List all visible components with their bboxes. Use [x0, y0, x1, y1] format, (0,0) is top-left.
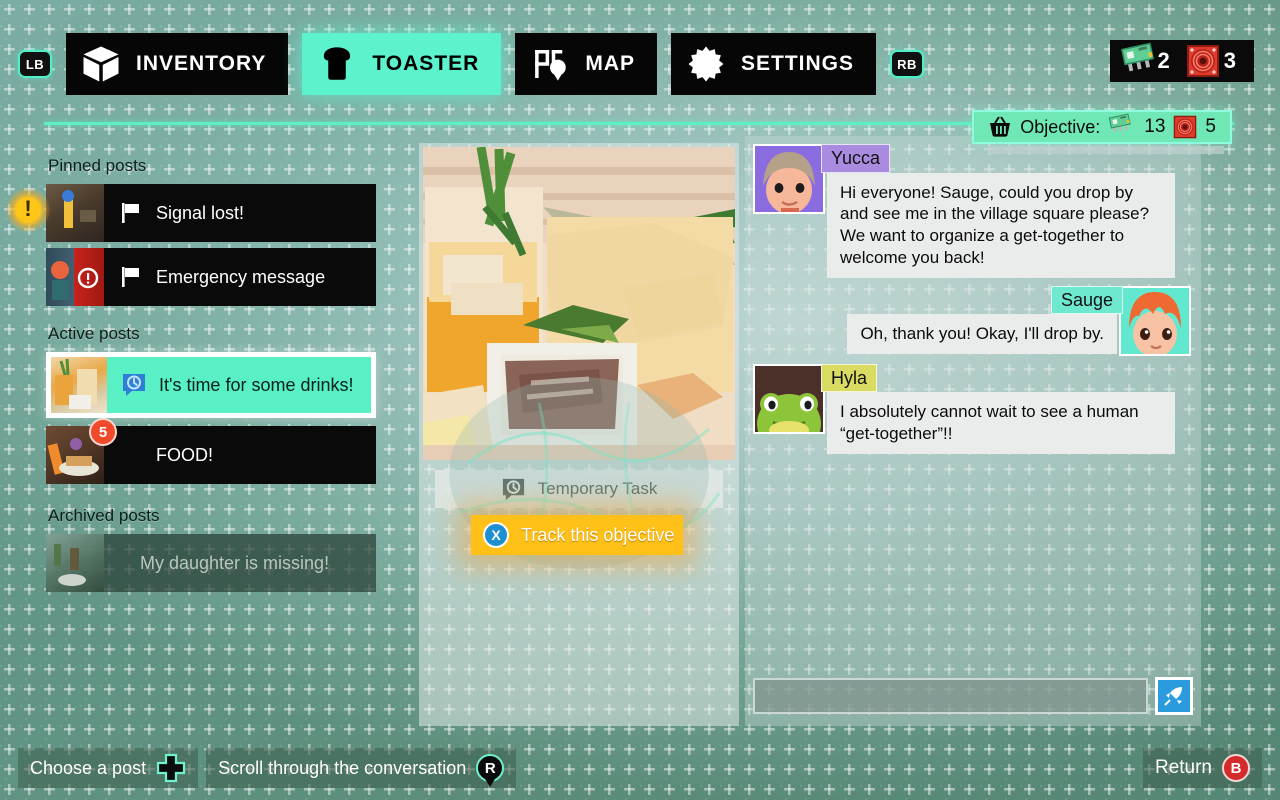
- hint-choose-post[interactable]: Choose a post: [18, 748, 199, 788]
- post-thumbnail: [51, 357, 107, 413]
- toast-icon: [324, 47, 351, 80]
- gear-icon: [688, 46, 724, 82]
- objective-fan-count: 5: [1205, 116, 1216, 137]
- conversation-panel: Yucca Hi everyone! Sauge, could you drop…: [745, 136, 1201, 726]
- posts-sidebar: Pinned posts Signal lost! Emergency mess…: [46, 156, 376, 598]
- right-stick-key: R: [476, 754, 505, 782]
- message-yucca: Yucca Hi everyone! Sauge, could you drop…: [753, 144, 1191, 278]
- list-item-daughter-missing[interactable]: My daughter is missing!: [46, 534, 376, 592]
- avatar: [753, 144, 825, 214]
- list-item-signal-lost[interactable]: Signal lost!: [46, 184, 376, 242]
- message-hyla: Hyla I absolutely cannot wait to see a h…: [753, 363, 1191, 454]
- avatar: [753, 363, 825, 454]
- clock-bubble-icon: [123, 374, 145, 396]
- post-title: Emergency message: [156, 266, 326, 287]
- tab-toaster-label: TOASTER: [372, 52, 480, 75]
- flag-icon: [122, 203, 139, 223]
- notification-badge: 5: [89, 418, 117, 446]
- x-button-key: X: [483, 522, 509, 548]
- list-item-food[interactable]: 5 FOOD!: [46, 418, 376, 484]
- objective-shadow: [988, 146, 1225, 154]
- speaker-name: Hyla: [821, 363, 878, 392]
- objective-label: Objective:: [1020, 116, 1101, 137]
- red-fan-icon: [1186, 45, 1219, 77]
- box-icon: [83, 46, 119, 82]
- left-shoulder-button[interactable]: LB: [18, 50, 52, 78]
- bottom-hint-bar: Choose a post Scroll through the convers…: [0, 736, 1280, 800]
- message-composer: [753, 676, 1193, 716]
- basket-icon: [990, 116, 1011, 137]
- b-button-key: B: [1222, 754, 1250, 782]
- fan-count: 3: [1223, 48, 1236, 73]
- message-sauge: Sauge Oh, thank you! Okay, I'll drop by.: [753, 285, 1191, 357]
- objective-bar: Objective: 13 5: [972, 110, 1232, 154]
- hint-scroll-label: Scroll through the conversation: [218, 757, 467, 778]
- tab-inventory-label: INVENTORY: [136, 52, 267, 75]
- pinned-posts-label: Pinned posts: [48, 156, 147, 175]
- right-shoulder-button[interactable]: RB: [890, 50, 925, 78]
- list-item-drinks-selected[interactable]: It's time for some drinks!: [46, 352, 376, 418]
- post-title: My daughter is missing!: [140, 552, 330, 573]
- message-text: I absolutely cannot wait to see a human …: [827, 392, 1175, 454]
- objective-detail-panel: Temporary Task X Track this objective: [419, 143, 739, 726]
- map-pin-icon: [535, 50, 567, 81]
- send-rocket-icon: [1164, 687, 1182, 706]
- active-posts-label: Active posts: [48, 324, 140, 343]
- circuit-chip-icon: [1120, 42, 1154, 72]
- post-title: It's time for some drinks!: [159, 374, 354, 395]
- circuit-chip-icon: [1108, 113, 1131, 133]
- tab-map-label: MAP: [585, 52, 635, 75]
- top-navigation: LB INVENTORY TOASTER MAP SETTINGS RB: [0, 30, 1280, 98]
- list-item-emergency-message[interactable]: Emergency message: [46, 248, 376, 306]
- track-objective-label: Track this objective: [521, 524, 675, 545]
- exclamation-glyph: !: [24, 196, 32, 221]
- message-text: Hi everyone! Sauge, could you drop by an…: [827, 172, 1175, 278]
- objective-backdrop: [419, 343, 739, 603]
- track-objective-button[interactable]: X Track this objective: [471, 515, 683, 555]
- currency-display: 2 3: [1109, 40, 1254, 82]
- tab-map[interactable]: MAP: [515, 33, 657, 95]
- return-button[interactable]: Return B: [1142, 748, 1262, 788]
- archived-posts-label: Archived posts: [48, 506, 160, 525]
- tab-toaster[interactable]: TOASTER: [302, 33, 502, 95]
- speaker-name: Yucca: [821, 144, 891, 173]
- exclamation-icon: !: [6, 188, 50, 232]
- hint-scroll-conversation[interactable]: Scroll through the conversation R: [206, 748, 517, 788]
- message-text: Oh, thank you! Okay, I'll drop by.: [847, 314, 1117, 354]
- hint-choose-post-label: Choose a post: [30, 757, 147, 778]
- tab-inventory[interactable]: INVENTORY: [66, 33, 289, 95]
- toaster-screen: LB INVENTORY TOASTER MAP SETTINGS RB 2 3…: [0, 0, 1280, 800]
- post-thumbnail: [46, 248, 104, 306]
- message-input[interactable]: [753, 678, 1148, 714]
- post-thumbnail: [46, 534, 104, 592]
- speaker-name: Sauge: [1050, 285, 1123, 314]
- tab-settings-label: SETTINGS: [741, 52, 855, 75]
- red-fan-icon: [1174, 115, 1197, 139]
- flag-icon: [122, 267, 139, 287]
- objective-chip-count: 13: [1144, 116, 1166, 137]
- dpad-icon: [156, 753, 186, 783]
- send-button[interactable]: [1155, 677, 1193, 715]
- tab-settings[interactable]: SETTINGS: [671, 33, 877, 95]
- post-thumbnail: [46, 184, 104, 242]
- post-title: FOOD!: [156, 444, 213, 465]
- hint-group: Choose a post Scroll through the convers…: [18, 748, 517, 788]
- post-title: Signal lost!: [156, 202, 245, 223]
- message-list[interactable]: Yucca Hi everyone! Sauge, could you drop…: [745, 136, 1201, 666]
- return-label: Return: [1154, 757, 1212, 778]
- avatar: [1119, 285, 1191, 357]
